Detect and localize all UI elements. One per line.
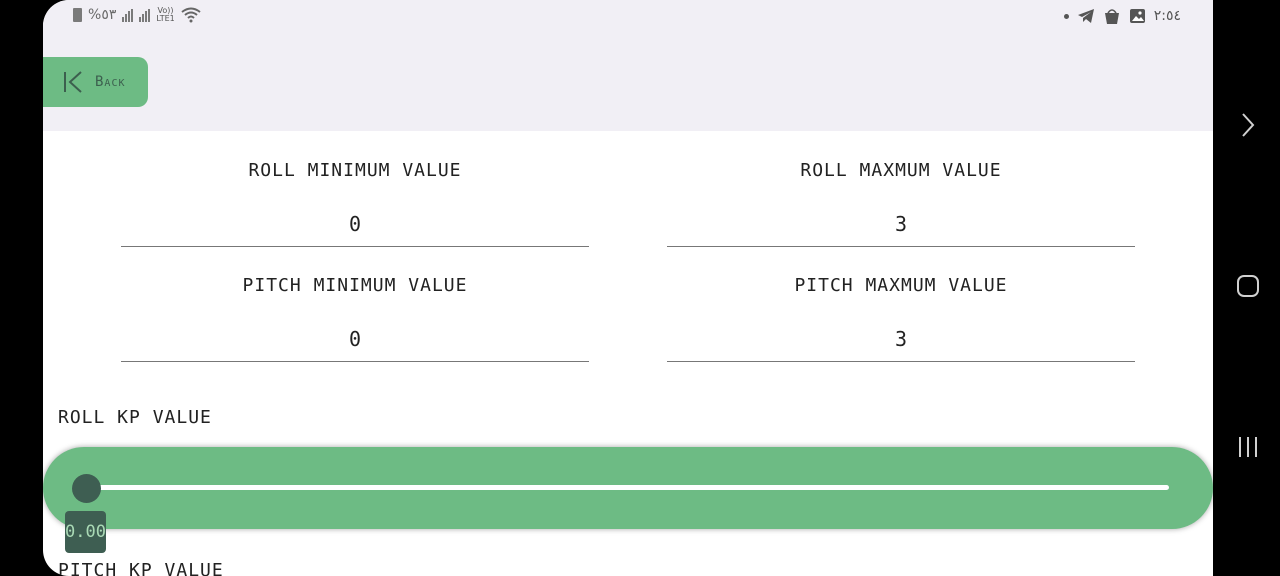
- pitch-min-label: PITCH MINIMUM VALUE: [242, 275, 468, 296]
- pitch-max-label: PITCH MAXMUM VALUE: [794, 275, 1008, 296]
- back-label: Back: [95, 74, 126, 90]
- recents-icon[interactable]: [1233, 432, 1263, 462]
- top-bar: %٥٣ Vo)) LTE1 ٢:٥٤ Back: [43, 0, 1213, 131]
- roll-max-label: ROLL MAXMUM VALUE: [800, 160, 1002, 181]
- shopping-bag-icon: [1104, 9, 1119, 24]
- pitch-min-underline: [121, 361, 589, 362]
- back-chevron-icon: [64, 71, 82, 93]
- battery-icon: [73, 8, 82, 22]
- clock: ٢:٥٤: [1153, 8, 1181, 24]
- slider-thumb[interactable]: [72, 474, 101, 503]
- app-screen: %٥٣ Vo)) LTE1 ٢:٥٤ Back ROLL MINIMUM VAL…: [43, 0, 1213, 576]
- roll-min-label: ROLL MINIMUM VALUE: [248, 160, 462, 181]
- signal-icon: [122, 8, 134, 22]
- pitch-max-input[interactable]: 3: [667, 327, 1135, 351]
- status-bar-right: ٢:٥٤: [1063, 7, 1181, 25]
- roll-max-input[interactable]: 3: [667, 212, 1135, 236]
- roll-max-underline: [667, 246, 1135, 247]
- roll-kp-label: ROLL KP VALUE: [58, 407, 212, 428]
- status-bar-left: %٥٣ Vo)) LTE1: [73, 7, 201, 23]
- telegram-icon: [1077, 9, 1094, 23]
- chevron-right-icon[interactable]: [1233, 110, 1263, 140]
- home-square-icon[interactable]: [1233, 271, 1263, 301]
- roll-min-input[interactable]: 0: [121, 212, 589, 236]
- slider-track[interactable]: [87, 485, 1169, 490]
- back-button[interactable]: Back: [43, 57, 148, 107]
- roll-min-underline: [121, 246, 589, 247]
- pitch-max-underline: [667, 361, 1135, 362]
- battery-percent: %٥٣: [88, 7, 117, 23]
- gallery-icon: [1129, 9, 1145, 23]
- notification-dot-icon: [1063, 13, 1069, 19]
- pitch-kp-label: PITCH KP VALUE: [58, 560, 224, 576]
- pitch-min-input[interactable]: 0: [121, 327, 589, 351]
- roll-kp-slider[interactable]: [43, 447, 1213, 529]
- signal-icon-2: [139, 8, 151, 22]
- wifi-icon: [181, 7, 201, 23]
- lte-indicator: Vo)) LTE1: [156, 6, 175, 23]
- roll-kp-value-tooltip: 0.00: [65, 511, 106, 553]
